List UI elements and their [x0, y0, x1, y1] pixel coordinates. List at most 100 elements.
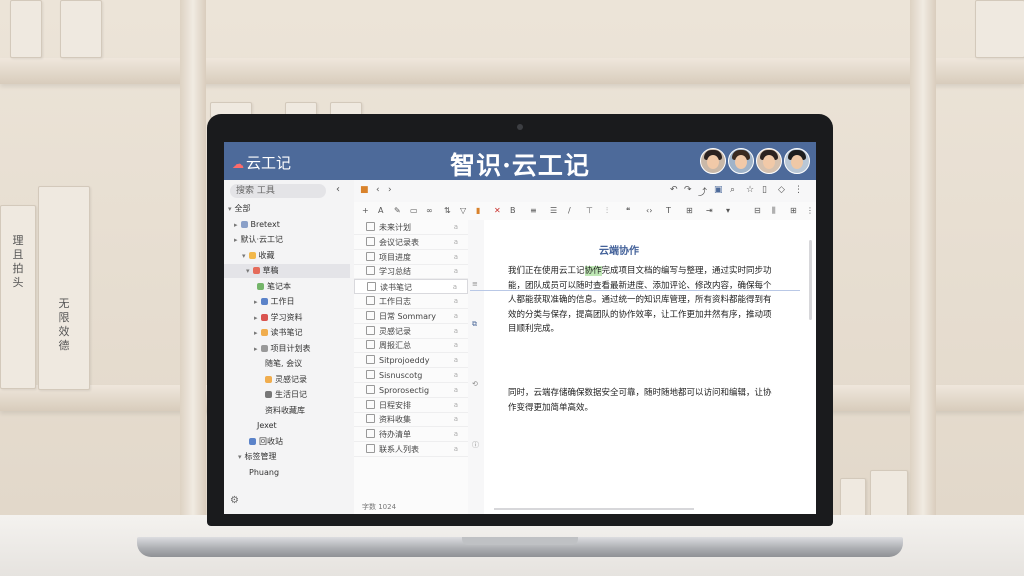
outline-icon[interactable]: ≡: [472, 280, 478, 288]
chevron-icon[interactable]: ▸: [234, 236, 238, 244]
note-list-item[interactable]: 待办清单 a: [354, 427, 468, 443]
align-icon[interactable]: ⫶: [606, 206, 608, 216]
sidebar-tree-item[interactable]: 随笔, 会议: [262, 357, 302, 371]
settings-icon[interactable]: ⚙: [230, 495, 239, 506]
italic-icon[interactable]: /: [568, 206, 571, 215]
search-input[interactable]: 搜索 工具: [230, 184, 326, 198]
sidebar-tree-item[interactable]: ▸ 工作日: [254, 295, 295, 309]
note-list-item[interactable]: Sprorosectig a: [354, 383, 468, 398]
chat-icon[interactable]: ▣: [714, 185, 723, 195]
sidebar-tree-item[interactable]: ▸ 读书笔记: [254, 326, 303, 340]
avatar[interactable]: [700, 148, 726, 174]
avatar[interactable]: [756, 148, 782, 174]
note-list-item[interactable]: 学习总结 a: [354, 264, 468, 280]
note-list-item[interactable]: 资料收集 a: [354, 412, 468, 428]
note-list-item[interactable]: 灵感记录 a: [354, 324, 468, 339]
note-list-item[interactable]: 未来计划 a: [354, 220, 468, 235]
note-list-item[interactable]: 项目进度 a: [354, 250, 468, 265]
quote-icon[interactable]: ❝: [626, 206, 630, 215]
note-editor[interactable]: 云端协作 我们正在使用云工记协作完成项目文档的编写与整理，通过实时同步功能，团队…: [470, 220, 816, 514]
sidebar-tree-item[interactable]: ▾ 全部: [228, 202, 251, 216]
sidebar-tree-item[interactable]: 灵感记录: [262, 373, 307, 387]
sidebar-tree-item[interactable]: 笔记本: [254, 280, 291, 294]
history-icon[interactable]: ⟲: [472, 380, 478, 388]
layout-icon[interactable]: ⊟: [754, 206, 761, 215]
chevron-icon[interactable]: ▾: [242, 252, 246, 260]
note-list-item[interactable]: 日程安排 a: [354, 398, 468, 413]
sidebar-tree-item[interactable]: ▸ 学习资料: [254, 311, 303, 325]
folder-icon: [260, 344, 268, 352]
sidebar-tree-item[interactable]: ▸ 项目计划表: [254, 342, 311, 356]
strikethrough-icon[interactable]: ✕: [494, 206, 501, 215]
image-icon[interactable]: ▭: [410, 206, 418, 215]
redo-icon[interactable]: ↷: [684, 185, 692, 195]
avatar[interactable]: [728, 148, 754, 174]
note-list-item[interactable]: 日常 Sommary a: [354, 309, 468, 324]
paragraph[interactable]: 同时，云端存储确保数据安全可靠，随时随地都可以访问和编辑，让协作变得更加简单高效…: [508, 386, 776, 415]
chevron-icon[interactable]: ▾: [238, 453, 242, 461]
sort-icon[interactable]: ⇅: [444, 206, 451, 215]
highlight-icon[interactable]: ▮: [476, 206, 480, 215]
sidebar-tree-item[interactable]: Jexet: [254, 419, 277, 433]
star-icon[interactable]: ☆: [746, 185, 754, 195]
chevron-icon[interactable]: ▸: [254, 298, 258, 306]
note-list-item[interactable]: 联系人列表 a: [354, 442, 468, 457]
chevron-icon[interactable]: ▸: [234, 221, 238, 229]
sidebar-tree-item[interactable]: 生活日记: [262, 388, 307, 402]
chevron-icon[interactable]: ▾: [246, 267, 250, 275]
filter-icon[interactable]: ▽: [460, 206, 466, 215]
share-icon[interactable]: ⤴: [698, 185, 707, 198]
chevron-icon[interactable]: ▸: [254, 345, 258, 353]
sidebar-tree-item[interactable]: 资料收藏库: [262, 404, 305, 418]
sidebar-tree-item[interactable]: ▸ Bretext: [234, 218, 280, 232]
sidebar-tree-label: 工作日: [270, 297, 295, 306]
vertical-scrollbar[interactable]: [809, 240, 812, 320]
columns-icon[interactable]: ⫼: [772, 206, 776, 216]
sidebar-tree-item[interactable]: ▾ 标签管理: [238, 450, 277, 464]
collapse-sidebar-icon[interactable]: ‹: [336, 184, 340, 195]
table-icon[interactable]: ⊞: [686, 206, 693, 215]
more-icon[interactable]: ⋮: [794, 185, 803, 195]
dropdown-icon[interactable]: ▾: [726, 206, 730, 215]
attachment-icon[interactable]: ⧉: [472, 320, 477, 329]
ordered-list-icon[interactable]: ☰: [550, 206, 557, 215]
note-list-item[interactable]: 会议记录表 a: [354, 235, 468, 250]
horizontal-scrollbar[interactable]: [494, 508, 694, 510]
chevron-icon[interactable]: ▾: [228, 205, 232, 213]
font-size-icon[interactable]: T: [666, 206, 671, 215]
search-icon[interactable]: ⌕: [730, 185, 735, 195]
note-list-item[interactable]: 周报汇总 a: [354, 338, 468, 354]
sidebar-tree-item[interactable]: ▾ 草稿: [224, 264, 350, 278]
bookmark-icon[interactable]: ▯: [762, 185, 767, 195]
link-icon[interactable]: ∞: [426, 206, 433, 215]
note-list-item[interactable]: Sitprojoeddy a: [354, 353, 468, 369]
note-list-item[interactable]: 读书笔记 a: [354, 279, 468, 295]
indent-icon[interactable]: ⇥: [706, 206, 713, 215]
sidebar-tree-item[interactable]: ▸ 默认·云工记: [234, 233, 283, 247]
undo-icon[interactable]: ↶: [670, 185, 678, 195]
sidebar-tree-item[interactable]: 回收站: [246, 435, 283, 449]
list-icon[interactable]: ≡: [530, 206, 537, 215]
paragraph[interactable]: 我们正在使用云工记协作完成项目文档的编写与整理，通过实时同步功能，团队成员可以随…: [508, 264, 776, 337]
sidebar-tree-item[interactable]: ▾ 收藏: [242, 249, 275, 263]
heading-icon[interactable]: ⊤: [586, 206, 593, 215]
shield-icon[interactable]: ◇: [778, 185, 785, 195]
sidebar-tree-item[interactable]: Phuang: [246, 466, 279, 480]
forward-icon[interactable]: ›: [388, 185, 392, 195]
text-color-icon[interactable]: A: [378, 206, 383, 215]
document-title[interactable]: 云端协作: [484, 242, 754, 257]
back-icon[interactable]: ‹: [376, 185, 380, 195]
more-format-icon[interactable]: ⋮: [806, 206, 814, 215]
note-list-item[interactable]: Sisnuscotg a: [354, 368, 468, 383]
code-icon[interactable]: ‹›: [646, 206, 652, 215]
note-list-item[interactable]: 工作日志 a: [354, 294, 468, 309]
chevron-icon[interactable]: ▸: [254, 314, 258, 322]
bold-icon[interactable]: B: [510, 206, 516, 215]
pen-icon[interactable]: ✎: [394, 206, 401, 215]
notebook-icon[interactable]: ■: [360, 185, 369, 195]
info-icon[interactable]: ⓘ: [472, 440, 479, 450]
add-note-icon[interactable]: +: [362, 206, 369, 215]
grid-icon[interactable]: ⊞: [790, 206, 797, 215]
avatar[interactable]: [784, 148, 810, 174]
chevron-icon[interactable]: ▸: [254, 329, 258, 337]
